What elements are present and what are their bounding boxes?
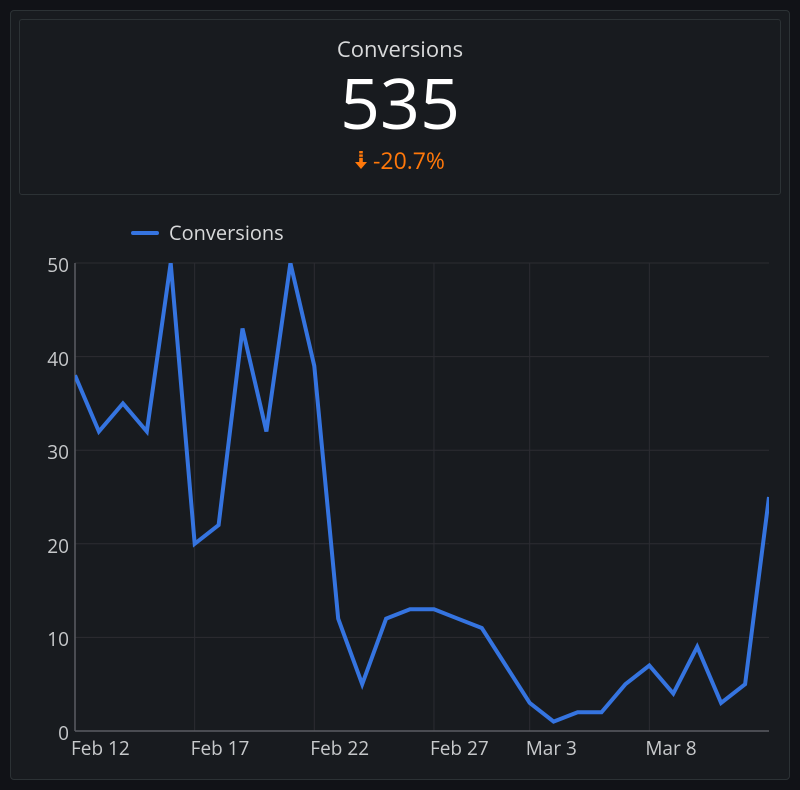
conversions-panel: Conversions 535 -20.7% Conversions 01020…	[10, 10, 790, 780]
legend-label: Conversions	[169, 219, 284, 246]
stat-value: 535	[30, 66, 770, 140]
chart-area: Conversions 01020304050Feb 12Feb 17Feb 2…	[23, 219, 777, 761]
plot: 01020304050Feb 12Feb 17Feb 22Feb 27Mar 3…	[23, 249, 777, 761]
stat-delta: -20.7%	[355, 144, 445, 176]
arrow-down-icon	[355, 151, 367, 169]
series-line	[75, 263, 769, 722]
stat-header: Conversions 535 -20.7%	[19, 19, 781, 195]
legend[interactable]: Conversions	[131, 219, 284, 246]
legend-swatch	[131, 231, 159, 235]
stat-delta-text: -20.7%	[373, 144, 445, 176]
